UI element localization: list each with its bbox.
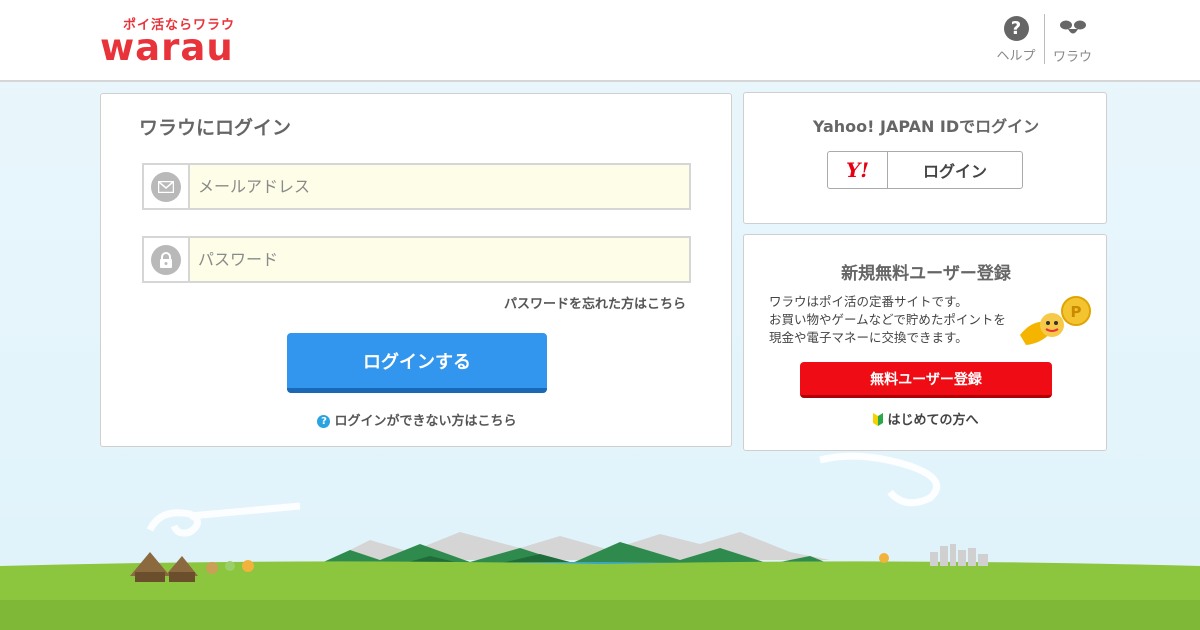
help-icon: ? <box>1003 16 1029 41</box>
first-time-link[interactable]: はじめての方へ <box>744 409 1108 428</box>
warau-logo[interactable]: ポイ活ならワラウ warau <box>100 14 260 69</box>
login-title: ワラウにログイン <box>139 117 292 139</box>
lock-icon <box>151 244 181 275</box>
beginner-mark-icon <box>873 413 884 426</box>
help-nav-label: ヘルプ <box>996 49 1036 64</box>
warau-nav-button[interactable]: ワラウ <box>1044 14 1100 65</box>
help-nav-button[interactable]: ? ヘルプ <box>988 14 1044 64</box>
wind-swirl-decoration <box>146 452 941 537</box>
register-button[interactable]: 無料ユーザー登録 <box>800 362 1052 398</box>
password-input[interactable] <box>190 238 689 281</box>
first-time-label: はじめての方へ <box>887 413 979 428</box>
svg-text:P: P <box>1071 303 1082 321</box>
password-field <box>142 236 691 283</box>
cant-login-label: ログインができない方はこちら <box>334 414 517 429</box>
login-submit-button[interactable]: ログインする <box>287 333 547 393</box>
register-panel: 新規無料ユーザー登録 ワラウはポイ活の定番サイトです。 お買い物やゲームなどで貯… <box>743 234 1107 451</box>
site-header: ポイ活ならワラウ warau ? ヘルプ ワラウ <box>0 0 1200 82</box>
login-panel: ワラウにログイン パスワードを忘れた方はこちら ログインする ?ログインができな… <box>100 93 732 447</box>
forgot-password-link[interactable]: パスワードを忘れた方はこちら <box>504 293 686 312</box>
email-field <box>142 163 691 210</box>
email-input[interactable] <box>190 165 689 208</box>
mascot-coin-icon: P <box>1020 296 1091 345</box>
yahoo-login-button[interactable]: Y! ログイン <box>827 151 1023 189</box>
warau-mascot-icon <box>1059 20 1086 34</box>
logo-wordmark: warau <box>100 26 234 69</box>
cant-login-link[interactable]: ? ログインができない方はこちら <box>101 410 733 429</box>
header-nav: ? ヘルプ ワラウ <box>988 14 1100 65</box>
register-title: 新規無料ユーザー登録 <box>841 264 1011 284</box>
question-icon: ? <box>317 415 331 428</box>
yahoo-logo-icon: Y! <box>828 152 888 188</box>
yahoo-login-title: Yahoo! JAPAN IDでログイン <box>812 117 1040 136</box>
yahoo-login-panel: Yahoo! JAPAN IDでログイン Y! ログイン <box>743 92 1107 224</box>
landscape-illustration <box>0 452 1200 630</box>
yahoo-login-label: ログイン <box>922 162 987 181</box>
register-description: ワラウはポイ活の定番サイトです。 お買い物やゲームなどで貯めたポイントを 現金や… <box>769 294 1006 345</box>
warau-nav-label: ワラウ <box>1052 50 1092 65</box>
mail-icon <box>151 171 181 202</box>
